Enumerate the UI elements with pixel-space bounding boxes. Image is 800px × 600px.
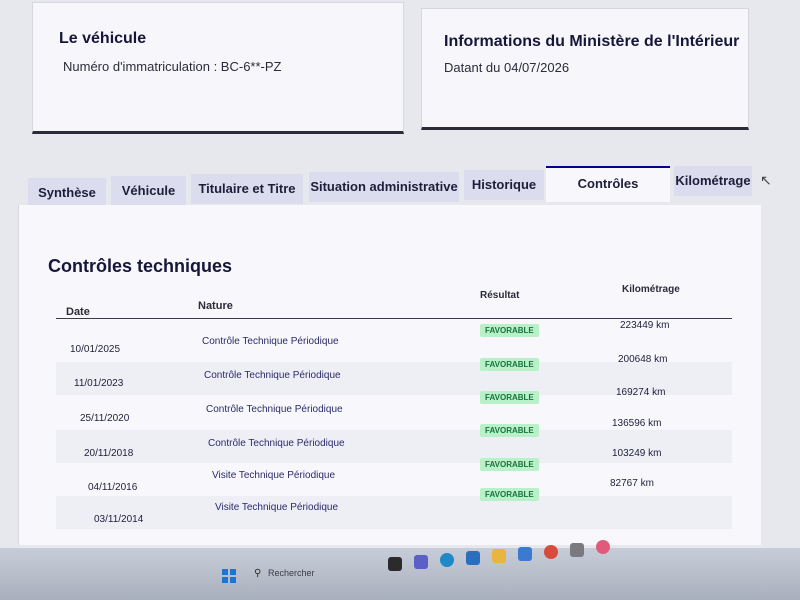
- taskbar-search[interactable]: Rechercher: [268, 562, 398, 584]
- app-icon[interactable]: [570, 543, 584, 557]
- cell-date: 20/11/2018: [84, 448, 134, 459]
- column-header-nature: Nature: [198, 300, 233, 312]
- cell-date: 03/11/2014: [94, 514, 144, 525]
- search-icon[interactable]: ⚲: [254, 568, 261, 579]
- vehicle-card: Le véhicule Numéro d'immatriculation : B…: [32, 2, 404, 134]
- cell-mileage: 200648 km: [618, 354, 668, 365]
- cell-date: 25/11/2020: [80, 413, 130, 424]
- cell-mileage: 223449 km: [620, 320, 670, 331]
- cell-nature: Contrôle Technique Périodique: [206, 404, 343, 415]
- tab-controles-techniques[interactable]: Contrôles techniques: [546, 166, 670, 223]
- status-badge: FAVORABLE: [480, 324, 539, 337]
- cell-nature: Contrôle Technique Périodique: [202, 336, 339, 347]
- cell-date: 04/11/2016: [88, 482, 138, 493]
- ministry-title: Informations du Ministère de l'Intérieur: [444, 33, 740, 50]
- status-badge: FAVORABLE: [480, 458, 539, 471]
- store-icon[interactable]: [466, 551, 480, 565]
- column-header-mileage: Kilométrage: [622, 284, 680, 295]
- status-badge: FAVORABLE: [480, 488, 539, 501]
- cell-nature: Visite Technique Périodique: [212, 470, 336, 481]
- tab-kilometrage[interactable]: Kilométrage: [674, 166, 752, 196]
- cell-mileage: 103249 km: [612, 448, 662, 459]
- tab-situation-administrative[interactable]: Situation administrative: [309, 172, 459, 202]
- chrome-icon[interactable]: [544, 545, 558, 559]
- app-icon-2[interactable]: [596, 540, 610, 554]
- cell-date: 10/01/2025: [70, 344, 121, 355]
- cell-nature: Contrôle Technique Périodique: [204, 370, 341, 381]
- column-header-result: Résultat: [480, 290, 520, 301]
- header-divider: [56, 318, 732, 319]
- folder-icon[interactable]: [492, 549, 506, 563]
- cell-mileage: 82767 km: [610, 478, 654, 489]
- cell-nature: Visite Technique Périodique: [215, 502, 339, 513]
- section-title: Contrôles techniques: [48, 256, 233, 276]
- mail-icon[interactable]: [518, 547, 532, 561]
- edge-icon[interactable]: [440, 553, 454, 567]
- vehicle-title: Le véhicule: [59, 30, 147, 47]
- cell-nature: Contrôle Technique Périodique: [208, 438, 345, 449]
- cell-date: 11/01/2023: [74, 378, 124, 389]
- tab-titulaire[interactable]: Titulaire et Titre: [191, 174, 303, 204]
- tab-synthese[interactable]: Synthèse: [28, 178, 106, 208]
- taskbar: [0, 548, 800, 600]
- column-header-date: Date: [66, 306, 90, 318]
- cell-mileage: 169274 km: [616, 387, 666, 398]
- status-badge: FAVORABLE: [480, 358, 539, 371]
- ministry-info-card: Informations du Ministère de l'Intérieur…: [421, 8, 749, 130]
- registration-number: Numéro d'immatriculation : BC-6**-PZ: [63, 59, 282, 74]
- cell-mileage: 136596 km: [612, 418, 662, 429]
- mouse-cursor-icon: ↖: [760, 172, 772, 188]
- teams-icon[interactable]: [414, 555, 428, 569]
- file-explorer-icon[interactable]: [388, 557, 402, 571]
- status-badge: FAVORABLE: [480, 391, 539, 404]
- tab-vehicule[interactable]: Véhicule: [111, 176, 186, 206]
- ministry-date: Datant du 04/07/2026: [444, 60, 570, 75]
- start-icon[interactable]: [222, 569, 236, 583]
- status-badge: FAVORABLE: [480, 424, 539, 437]
- tab-historique[interactable]: Historique: [464, 170, 544, 200]
- tab-bar: Synthèse Véhicule Titulaire et Titre Sit…: [26, 166, 766, 223]
- table-row: 03/11/2014 Visite Technique Périodique F…: [56, 478, 732, 529]
